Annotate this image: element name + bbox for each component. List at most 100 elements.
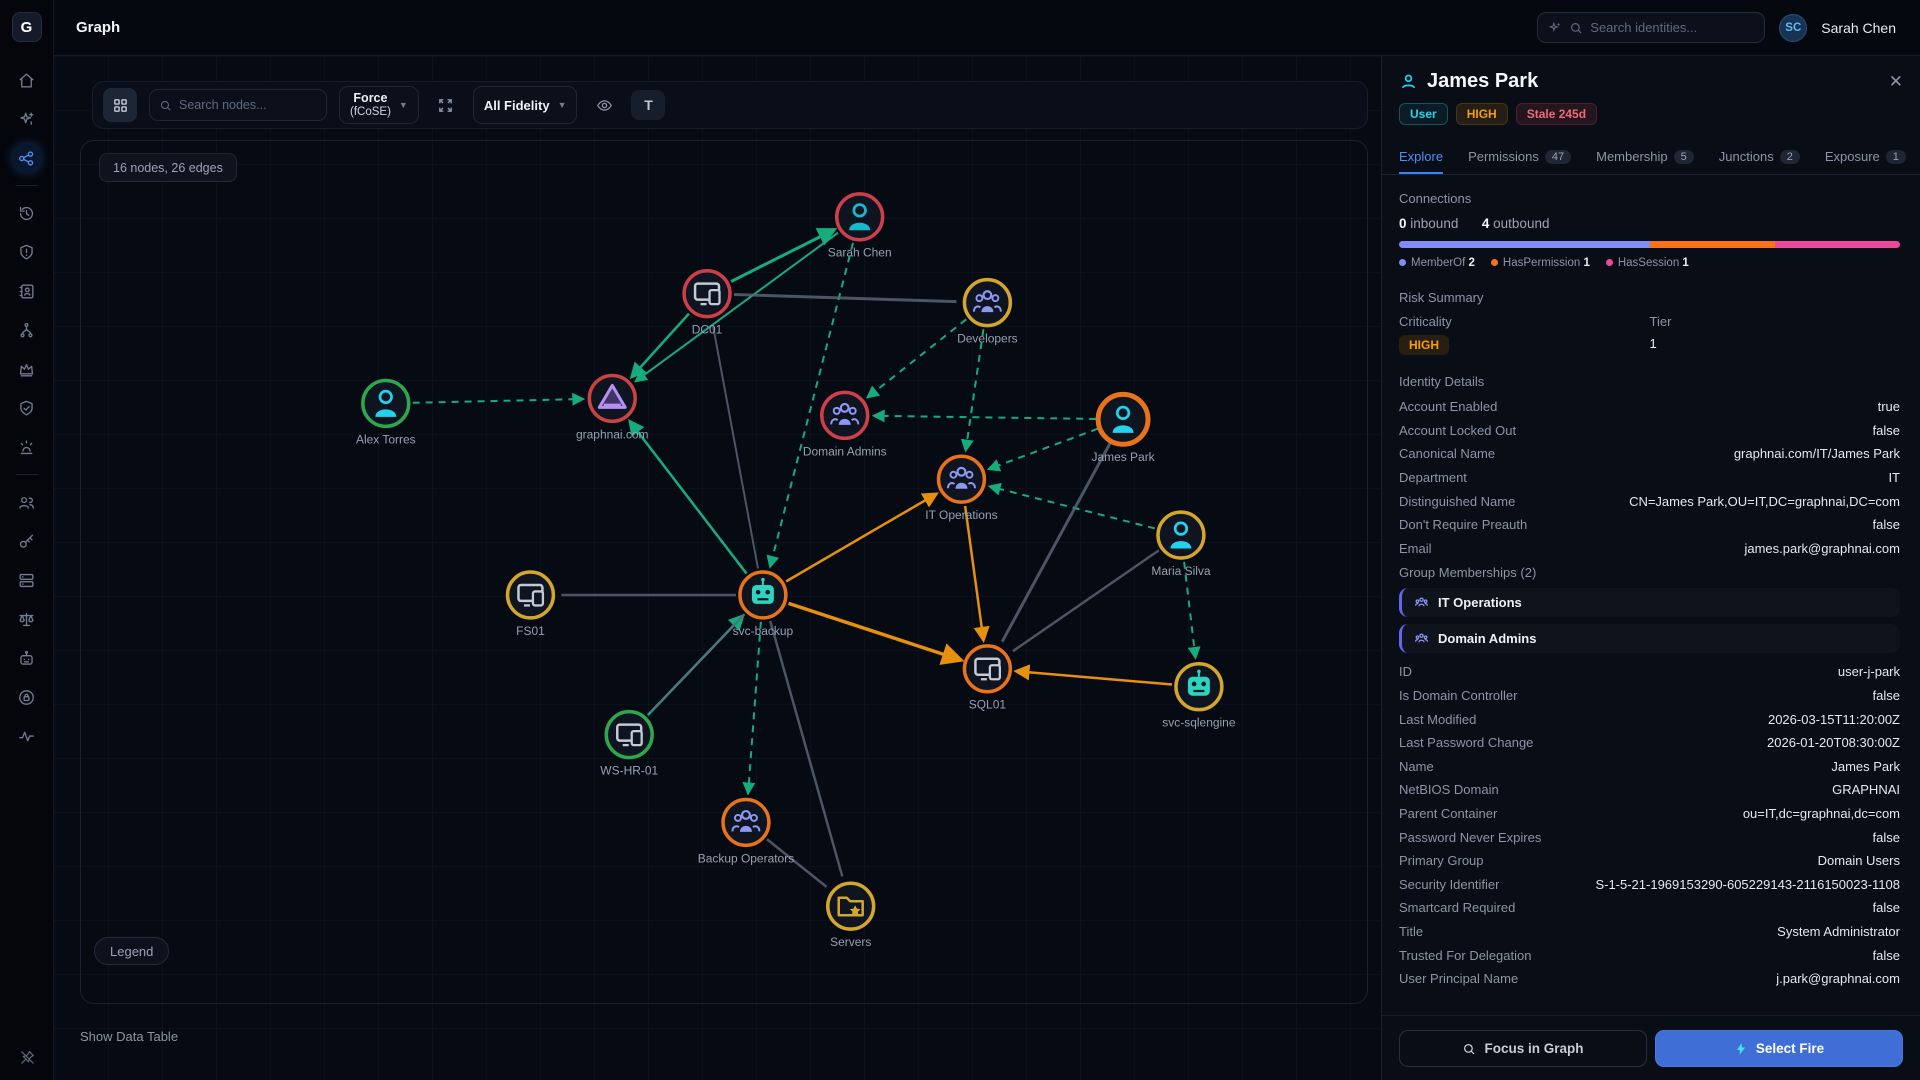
tab-explore[interactable]: Explore <box>1399 141 1443 174</box>
detail-value: false <box>1873 948 1900 963</box>
edge-svc-sqlengine-SQL01 <box>1018 671 1172 684</box>
membership-row[interactable]: IT Operations <box>1399 588 1900 617</box>
edge-Alex Torres-graphnai.com <box>413 399 582 403</box>
graph-node-dc01[interactable]: DC01 <box>684 271 730 337</box>
lightning-icon <box>1734 1042 1748 1056</box>
grid-view-button[interactable] <box>103 88 137 122</box>
detail-value: Domain Users <box>1818 853 1900 868</box>
edge-svc-backup-WS-HR-01 <box>651 614 745 712</box>
sidebar-item-id-card[interactable] <box>11 275 43 307</box>
graph-node-maria-silva[interactable]: Maria Silva <box>1151 512 1211 578</box>
graph-node-graphnai-com[interactable]: graphnai.com <box>576 375 649 441</box>
connections-legend: MemberOf 2HasPermission 1HasSession 1 <box>1399 257 1900 269</box>
node-label: Developers <box>957 332 1018 346</box>
sidebar-item-users[interactable] <box>11 486 43 518</box>
sidebar-item-key[interactable] <box>11 525 43 557</box>
graph-node-domain-admins[interactable]: Domain Admins <box>803 392 887 458</box>
sidebar-item-activity[interactable] <box>11 720 43 752</box>
node-search[interactable] <box>149 89 327 121</box>
detail-row: DepartmentIT <box>1399 466 1900 490</box>
tab-count: 1 <box>1886 150 1906 164</box>
detail-value: false <box>1873 900 1900 915</box>
fit-view-button[interactable] <box>431 88 461 122</box>
graph-node-ws-hr-01[interactable]: WS-HR-01 <box>600 712 658 778</box>
lock-circle-icon <box>17 688 36 707</box>
graph-node-fs01[interactable]: FS01 <box>508 572 554 638</box>
sidebar-divider <box>16 474 38 475</box>
detail-key: Trusted For Delegation <box>1399 948 1531 963</box>
detail-row: Account Locked Outfalse <box>1399 419 1900 443</box>
tab-membership[interactable]: Membership5 <box>1596 141 1694 174</box>
node-label: James Park <box>1091 450 1154 464</box>
graph-region: Force (fCoSE) ▼ All Fidelity ▼ T Sarah C… <box>54 56 1381 1080</box>
detail-row: Last Password Change2026-01-20T08:30:00Z <box>1399 731 1900 755</box>
detail-row: Smartcard Required false <box>1399 896 1900 920</box>
graph-node-alex-torres[interactable]: Alex Torres <box>356 380 416 446</box>
show-data-table-link[interactable]: Show Data Table <box>80 1029 178 1044</box>
sidebar-item-hierarchy[interactable] <box>11 314 43 346</box>
sidebar-item-robot[interactable] <box>11 642 43 674</box>
sidebar-item-sparkles[interactable] <box>11 103 43 135</box>
graph-node-servers[interactable]: Servers <box>828 883 874 949</box>
sidebar-item-servers[interactable] <box>11 564 43 596</box>
graph-node-sql01[interactable]: SQL01 <box>964 646 1010 712</box>
pin-off-icon[interactable] <box>0 1049 54 1066</box>
detail-key: Account Enabled <box>1399 399 1497 414</box>
sidebar-item-home[interactable] <box>11 64 43 96</box>
hierarchy-icon <box>17 321 36 340</box>
network-graph[interactable]: Sarah Chen DC01 Developers Alex Torres graph… <box>81 141 1367 1003</box>
tab-exposure[interactable]: Exposure1 <box>1825 141 1906 174</box>
sidebar-item-history[interactable] <box>11 197 43 229</box>
detail-row: Last Modified2026-03-15T11:20:00Z <box>1399 707 1900 731</box>
visibility-toggle[interactable] <box>589 88 619 122</box>
edge-IT Operations-SQL01 <box>965 506 983 638</box>
sidebar-item-shield-alert[interactable] <box>11 236 43 268</box>
servers-icon <box>17 571 36 590</box>
search-icon <box>1569 21 1583 35</box>
key-icon <box>17 532 36 551</box>
close-icon[interactable]: ✕ <box>1889 73 1903 90</box>
focus-in-graph-button[interactable]: Focus in Graph <box>1399 1030 1647 1067</box>
sidebar-item-siren[interactable] <box>11 431 43 463</box>
tab-junctions[interactable]: Junctions2 <box>1719 141 1800 174</box>
legend-button[interactable]: Legend <box>94 937 169 965</box>
sidebar-item-scales[interactable] <box>11 603 43 635</box>
tier-label: Tier <box>1650 314 1901 329</box>
graph-node-svc-backup[interactable]: svc-backup <box>733 572 794 638</box>
sidebar-item-graph[interactable] <box>11 142 43 174</box>
select-fire-button[interactable]: Select Fire <box>1655 1030 1903 1067</box>
detail-value: false <box>1873 423 1900 438</box>
criticality-badge: HIGH <box>1399 335 1449 355</box>
sidebar-item-crown[interactable] <box>11 353 43 385</box>
detail-value: james.park@graphnai.com <box>1744 541 1900 556</box>
detail-key: Last Modified <box>1399 712 1476 727</box>
node-search-input[interactable] <box>179 98 317 112</box>
chevron-down-icon: ▼ <box>558 100 567 110</box>
sidebar-item-lock-circle[interactable] <box>11 681 43 713</box>
edge-svc-backup-SQL01 <box>788 603 958 659</box>
tab-permissions[interactable]: Permissions47 <box>1468 141 1571 174</box>
node-label: Alex Torres <box>356 432 416 446</box>
risk-summary: Criticality HIGH Tier 1 <box>1399 314 1900 355</box>
graph-canvas[interactable]: Sarah Chen DC01 Developers Alex Torres graph… <box>80 140 1368 1004</box>
graph-node-james-park[interactable]: James Park <box>1091 394 1154 464</box>
membership-row[interactable]: Domain Admins <box>1399 624 1900 653</box>
avatar[interactable]: SC <box>1779 14 1807 42</box>
detail-key: Smartcard Required <box>1399 900 1515 915</box>
graph-node-it-operations[interactable]: IT Operations <box>925 456 997 522</box>
graph-node-sarah-chen[interactable]: Sarah Chen <box>828 194 892 260</box>
fidelity-select[interactable]: All Fidelity ▼ <box>473 86 578 124</box>
identity-search-input[interactable] <box>1590 20 1754 35</box>
detail-row: Don't Require Preauthfalse <box>1399 513 1900 537</box>
graph-node-developers[interactable]: Developers <box>957 280 1018 346</box>
identity-search[interactable] <box>1537 12 1765 43</box>
edge-svc-backup-DC01 <box>713 324 758 568</box>
detail-key: Canonical Name <box>1399 446 1495 461</box>
graph-node-svc-sqlengine[interactable]: svc-sqlengine <box>1162 664 1236 730</box>
layout-select[interactable]: Force (fCoSE) ▼ <box>339 86 419 124</box>
sidebar-item-shield-check[interactable] <box>11 392 43 424</box>
edge-Maria Silva-IT Operations <box>991 487 1154 529</box>
panel-title: James Park <box>1427 70 1538 93</box>
graph-node-backup-operators[interactable]: Backup Operators <box>698 799 794 865</box>
labels-toggle[interactable]: T <box>631 90 665 120</box>
